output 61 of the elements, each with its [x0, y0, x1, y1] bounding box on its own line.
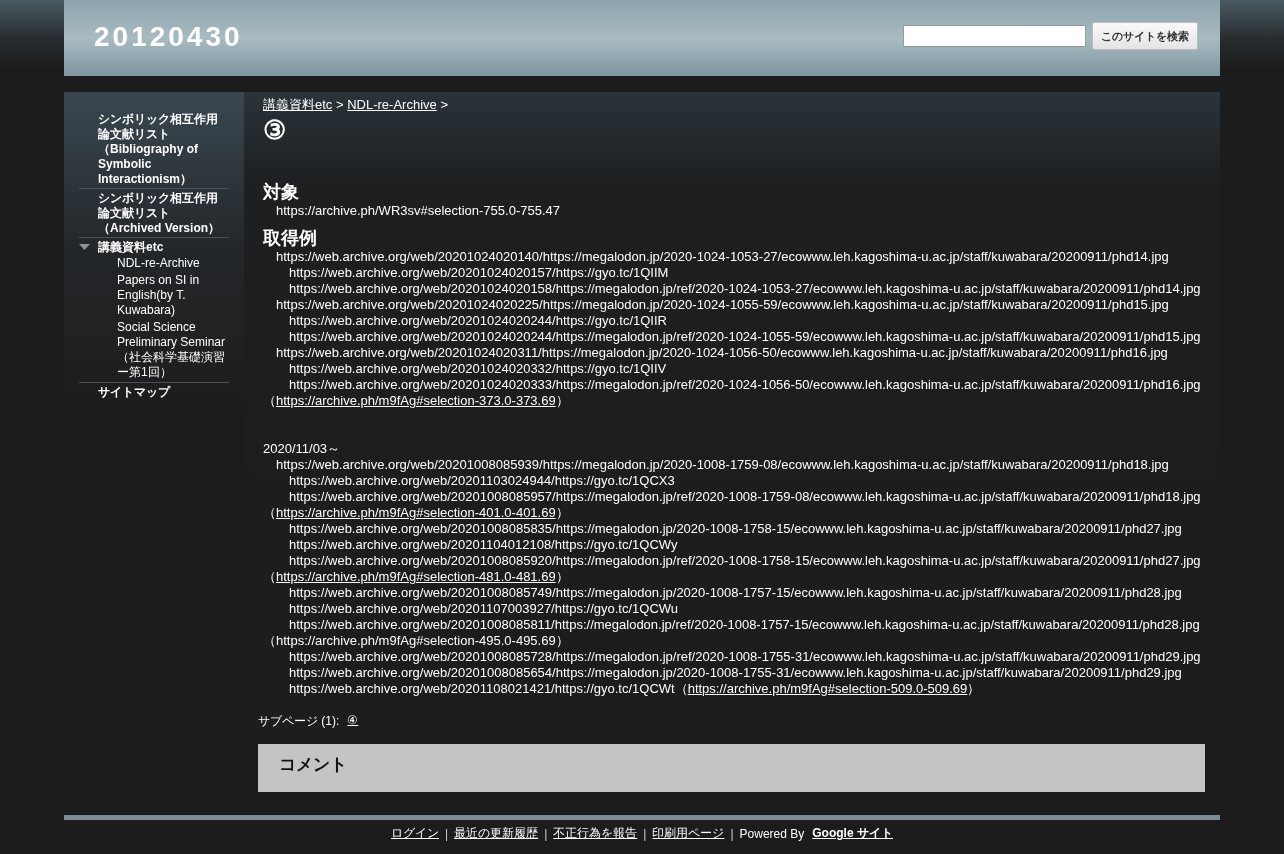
sidebar-item[interactable]: サイトマップ	[98, 385, 170, 400]
breadcrumb-link[interactable]: NDL-re-Archive	[347, 97, 437, 112]
url-text: https://web.archive.org/web/20201008085728/https://megalodon.jp/ref/2020-1008-1755-31/ecowww.leh.kagoshima-u.ac.jp/staff/kuwabara/20200911/phd29.jpg	[289, 649, 1201, 664]
url-text: （https://archive.ph/m9fAg#selection-495.0-495.69）	[263, 633, 569, 648]
archive-link[interactable]: https://archive.ph/m9fAg#selection-401.0-401.69	[276, 505, 556, 520]
footer-separator: |	[544, 826, 548, 841]
url-text: 2020/11/03～	[263, 441, 341, 456]
breadcrumb-separator: >	[440, 97, 448, 112]
archive-link[interactable]: https://archive.ph/m9fAg#selection-481.0-481.69	[276, 569, 556, 584]
brand-link[interactable]: Google サイト	[812, 825, 893, 842]
url-text: https://web.archive.org/web/20201103024944/https://gyo.tc/1QCX3	[289, 473, 675, 488]
subpage-link[interactable]: ④	[347, 713, 359, 730]
url-text: https://web.archive.org/web/20201024020333/https://megalodon.jp/ref/2020-1024-1056-50/ecowww.leh.kagoshima-u.ac.jp/staff/kuwabara/20200911/phd16.jpg	[289, 377, 1201, 392]
url-text: （https://archive.ph/m9fAg#selection-401.0-401.69）	[263, 505, 569, 520]
url-text: https://web.archive.org/web/20201024020311/https://megalodon.jp/2020-1024-1056-50/ecowww.leh.kagoshima-u.ac.jp/staff/kuwabara/20200911/phd16.jpg	[276, 345, 1168, 360]
sidebar-item[interactable]: シンボリック相互作用論文献リスト（Bibliography of Symbolic Interactionism）	[98, 112, 229, 187]
sidebar-item[interactable]: シンボリック相互作用論文献リスト（Archived Version）	[98, 191, 229, 236]
url-text: https://web.archive.org/web/20201024020225/https://megalodon.jp/2020-1024-1055-59/ecowww.leh.kagoshima-u.ac.jp/staff/kuwabara/20200911/phd15.jpg	[276, 297, 1169, 312]
breadcrumb-separator: >	[335, 97, 344, 112]
url-text: https://web.archive.org/web/20201008085939/https://megalodon.jp/2020-1008-1759-08/ecowww.leh.kagoshima-u.ac.jp/staff/kuwabara/20200911/phd18.jpg	[276, 457, 1169, 472]
url-text: https://archive.ph/WR3sv#selection-755.0-755.47	[276, 203, 560, 218]
subpages-label: サブページ (1):	[258, 713, 340, 730]
footer-separator: |	[643, 826, 647, 841]
url-text: https://web.archive.org/web/20201008085811/https://megalodon.jp/ref/2020-1008-1757-15/ecowww.leh.kagoshima-u.ac.jp/staff/kuwabara/20200911/phd28.jpg	[289, 617, 1200, 632]
url-text: https://web.archive.org/web/20201008085835/https://megalodon.jp/2020-1008-1758-15/ecowww.leh.kagoshima-u.ac.jp/staff/kuwabara/20200911/phd27.jpg	[289, 521, 1182, 536]
archive-link[interactable]: https://archive.ph/m9fAg#selection-373.0-373.69	[276, 393, 556, 408]
footer-link[interactable]: ログイン	[391, 825, 440, 842]
footer-link[interactable]: 最近の更新履歴	[454, 825, 539, 842]
url-text: https://web.archive.org/web/20201024020157/https://gyo.tc/1QIIM	[289, 265, 669, 280]
breadcrumb-link[interactable]: 講義資料etc	[263, 97, 333, 112]
expanded-arrow-icon[interactable]	[79, 244, 90, 250]
url-text: https://web.archive.org/web/20201024020140/https://megalodon.jp/2020-1024-1053-27/ecowww.leh.kagoshima-u.ac.jp/staff/kuwabara/20200911/phd14.jpg	[276, 249, 1169, 264]
sidebar-item[interactable]: 講義資料etc	[98, 240, 164, 255]
footer-link[interactable]: 印刷用ページ	[652, 825, 725, 842]
url-text: https://web.archive.org/web/20201024020244/https://megalodon.jp/ref/2020-1024-1055-59/ecowww.leh.kagoshima-u.ac.jp/staff/kuwabara/20200911/phd15.jpg	[289, 329, 1201, 344]
powered-by-text: Powered By	[739, 826, 805, 841]
url-text: https://web.archive.org/web/20201008085920/https://megalodon.jp/ref/2020-1008-1758-15/ecowww.leh.kagoshima-u.ac.jp/staff/kuwabara/20200911/phd27.jpg	[289, 553, 1201, 568]
sidebar-subitem[interactable]: Social Science Preliminary Seminar（社会科学基礎演習ー第1回）	[117, 320, 229, 380]
search-field[interactable]	[903, 25, 1086, 47]
url-text: https://web.archive.org/web/20201008085749/https://megalodon.jp/2020-1008-1757-15/ecowww.leh.kagoshima-u.ac.jp/staff/kuwabara/20200911/phd28.jpg	[289, 585, 1182, 600]
sidebar-subitem[interactable]: NDL-re-Archive	[117, 256, 229, 271]
sidebar-subitem[interactable]: Papers on SI in English(by T. Kuwabara)	[117, 273, 229, 318]
url-text: https://web.archive.org/web/20201008085654/https://megalodon.jp/2020-1008-1755-31/ecowww.leh.kagoshima-u.ac.jp/staff/kuwabara/20200911/phd29.jpg	[289, 665, 1182, 680]
url-text: https://web.archive.org/web/20201024020158/https://megalodon.jp/ref/2020-1024-1053-27/ecowww.leh.kagoshima-u.ac.jp/staff/kuwabara/20200911/phd14.jpg	[289, 281, 1201, 296]
url-text: （https://archive.ph/m9fAg#selection-481.0-481.69）	[263, 569, 569, 584]
url-text: https://web.archive.org/web/20201024020244/https://gyo.tc/1QIIR	[289, 313, 667, 328]
search-button[interactable]: このサイトを検索	[1092, 22, 1198, 50]
page-title: ③	[263, 115, 287, 145]
url-text: https://web.archive.org/web/20201008085957/https://megalodon.jp/ref/2020-1008-1759-08/ecowww.leh.kagoshima-u.ac.jp/staff/kuwabara/20200911/phd18.jpg	[289, 489, 1201, 504]
url-text: （https://archive.ph/m9fAg#selection-373.0-373.69）	[263, 393, 569, 408]
url-text: https://web.archive.org/web/20201107003927/https://gyo.tc/1QCWu	[289, 601, 679, 616]
section-heading: 取得例	[263, 227, 318, 249]
footer-link[interactable]: 不正行為を報告	[553, 825, 638, 842]
comments-title: コメント	[279, 754, 348, 776]
url-text: https://web.archive.org/web/20201104012108/https://gyo.tc/1QCWy	[289, 537, 678, 552]
footer-separator: |	[445, 826, 449, 841]
archive-link[interactable]: https://archive.ph/m9fAg#selection-509.0-509.69	[687, 681, 968, 696]
footer-separator: |	[730, 826, 734, 841]
url-text: https://web.archive.org/web/20201108021421/https://gyo.tc/1QCWt（https://archive.ph/m9fAg#selection-509.0-509.69）	[289, 681, 981, 696]
url-text: https://web.archive.org/web/20201024020332/https://gyo.tc/1QIIV	[289, 361, 667, 376]
section-heading: 対象	[263, 181, 300, 203]
